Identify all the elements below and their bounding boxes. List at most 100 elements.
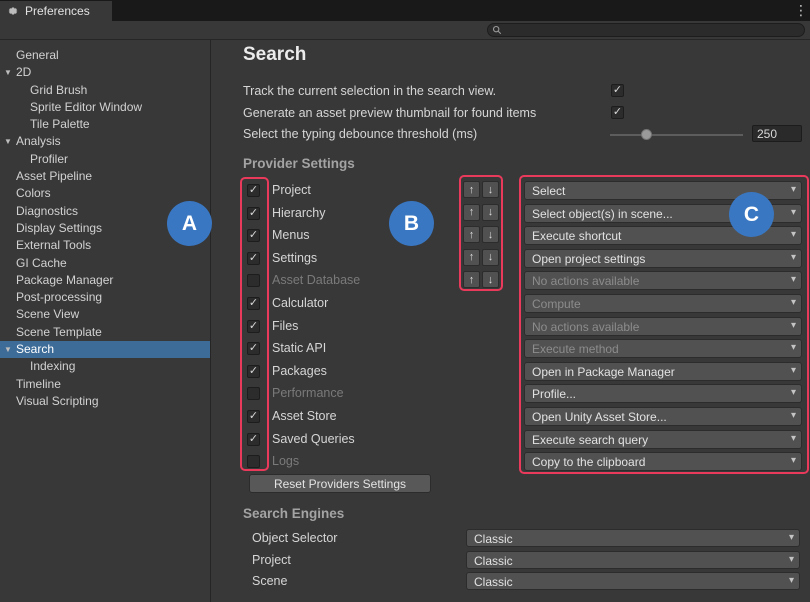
move-up-button[interactable]: ↑ xyxy=(463,271,480,288)
dropdown-value: Classic xyxy=(474,554,513,568)
default-action-dropdown[interactable]: Execute shortcut ▾ xyxy=(524,226,802,245)
provider-label: Logs xyxy=(272,454,299,468)
default-action-dropdown[interactable]: No actions available ▾ xyxy=(524,317,802,336)
option-row: Generate an asset preview thumbnail for … xyxy=(0,106,810,126)
option-label: Generate an asset preview thumbnail for … xyxy=(243,106,536,120)
provider-checkbox[interactable]: ✓ xyxy=(247,252,260,265)
search-input[interactable] xyxy=(487,23,805,37)
provider-row: ✓ Static API Execute method ▾ xyxy=(0,338,810,361)
titlebar: Preferences ⋮ xyxy=(0,0,810,21)
search-engine-row: Project Classic ▾ xyxy=(0,551,810,571)
provider-row: ✓ Files No actions available ▾ xyxy=(0,316,810,339)
move-down-button[interactable]: ↓ xyxy=(482,181,499,198)
reorder-buttons: ↑ ↓ xyxy=(463,226,499,243)
provider-checkbox[interactable]: ✓ xyxy=(247,184,260,197)
provider-checkbox[interactable]: ✓ xyxy=(247,342,260,355)
dropdown-value: Open Unity Asset Store... xyxy=(532,410,667,424)
provider-checkbox[interactable]: ✓ xyxy=(247,410,260,423)
move-up-button[interactable]: ↑ xyxy=(463,249,480,266)
sidebar-item-label: Analysis xyxy=(16,134,61,148)
provider-settings-header: Provider Settings xyxy=(243,156,355,171)
move-down-button[interactable]: ↓ xyxy=(482,271,499,288)
chevron-down-icon: ▾ xyxy=(791,229,796,240)
default-action-dropdown[interactable]: Select ▾ xyxy=(524,181,802,200)
default-action-dropdown[interactable]: Execute method ▾ xyxy=(524,339,802,358)
kebab-menu-icon[interactable]: ⋮ xyxy=(794,2,806,19)
provider-checkbox[interactable]: ✓ xyxy=(247,320,260,333)
provider-label: Performance xyxy=(272,386,344,400)
provider-checkbox[interactable]: ✓ xyxy=(247,387,260,400)
preferences-gear-icon xyxy=(7,5,19,17)
provider-checkbox[interactable]: ✓ xyxy=(247,365,260,378)
engine-dropdown[interactable]: Classic ▾ xyxy=(466,572,800,590)
chevron-down-icon: ▾ xyxy=(791,274,796,285)
option-checkbox[interactable]: ✓ xyxy=(611,84,624,97)
check-icon: ✓ xyxy=(612,85,623,96)
check-icon: ✓ xyxy=(248,343,259,354)
default-action-dropdown[interactable]: Compute ▾ xyxy=(524,294,802,313)
sidebar-item[interactable]: ▼ Profiler xyxy=(0,151,210,168)
provider-checkbox[interactable]: ✓ xyxy=(247,433,260,446)
sidebar-item[interactable]: ▼ 2D xyxy=(0,64,210,81)
reorder-buttons: ↑ ↓ xyxy=(463,204,499,221)
chevron-down-icon: ▾ xyxy=(791,365,796,376)
sidebar-item[interactable]: ▼ General xyxy=(0,47,210,64)
default-action-dropdown[interactable]: Open project settings ▾ xyxy=(524,249,802,268)
provider-checkbox[interactable]: ✓ xyxy=(247,207,260,220)
dropdown-value: No actions available xyxy=(532,320,639,334)
move-down-button[interactable]: ↓ xyxy=(482,249,499,266)
sidebar-item[interactable]: ▼ Analysis xyxy=(0,133,210,150)
dropdown-value: No actions available xyxy=(532,274,639,288)
provider-checkbox[interactable]: ✓ xyxy=(247,229,260,242)
default-action-dropdown[interactable]: Copy to the clipboard ▾ xyxy=(524,452,802,471)
chevron-down-icon: ▾ xyxy=(791,342,796,353)
provider-checkbox[interactable]: ✓ xyxy=(247,297,260,310)
provider-row: ✓ Calculator Compute ▾ xyxy=(0,293,810,316)
move-up-button[interactable]: ↑ xyxy=(463,226,480,243)
check-icon: ✓ xyxy=(248,208,259,219)
debounce-slider-track[interactable] xyxy=(610,134,743,136)
foldout-icon[interactable]: ▼ xyxy=(4,64,12,81)
foldout-icon[interactable]: ▼ xyxy=(4,133,12,150)
provider-label: Settings xyxy=(272,251,317,265)
move-down-button[interactable]: ↓ xyxy=(482,204,499,221)
provider-checkbox[interactable]: ✓ xyxy=(247,274,260,287)
engine-dropdown[interactable]: Classic ▾ xyxy=(466,529,800,547)
preferences-tab[interactable]: Preferences xyxy=(0,1,112,21)
chevron-down-icon: ▾ xyxy=(789,575,794,586)
provider-label: Project xyxy=(272,183,311,197)
move-down-button[interactable]: ↓ xyxy=(482,226,499,243)
provider-row: ✓ Packages Open in Package Manager ▾ xyxy=(0,361,810,384)
default-action-dropdown[interactable]: Open Unity Asset Store... ▾ xyxy=(524,407,802,426)
debounce-value-field[interactable] xyxy=(752,125,802,142)
default-action-dropdown[interactable]: Open in Package Manager ▾ xyxy=(524,362,802,381)
chevron-down-icon: ▾ xyxy=(791,410,796,421)
provider-label: Menus xyxy=(272,228,310,242)
move-up-button[interactable]: ↑ xyxy=(463,181,480,198)
provider-label: Saved Queries xyxy=(272,432,355,446)
reorder-buttons: ↑ ↓ xyxy=(463,181,499,198)
default-action-dropdown[interactable]: Select object(s) in scene... ▾ xyxy=(524,204,802,223)
option-checkbox[interactable]: ✓ xyxy=(611,106,624,119)
default-action-dropdown[interactable]: No actions available ▾ xyxy=(524,271,802,290)
chevron-down-icon: ▾ xyxy=(791,387,796,398)
provider-row: ✓ Performance Profile... ▾ xyxy=(0,383,810,406)
sidebar-item-label: 2D xyxy=(16,65,31,79)
option-label: Track the current selection in the searc… xyxy=(243,84,496,98)
provider-label: Files xyxy=(272,319,298,333)
check-icon: ✓ xyxy=(248,411,259,422)
provider-label: Calculator xyxy=(272,296,328,310)
chevron-down-icon: ▾ xyxy=(791,252,796,263)
default-action-dropdown[interactable]: Execute search query ▾ xyxy=(524,430,802,449)
reorder-buttons: ↑ ↓ xyxy=(463,249,499,266)
engine-dropdown[interactable]: Classic ▾ xyxy=(466,551,800,569)
dropdown-value: Classic xyxy=(474,532,513,546)
move-up-button[interactable]: ↑ xyxy=(463,204,480,221)
default-action-dropdown[interactable]: Profile... ▾ xyxy=(524,384,802,403)
debounce-slider-handle[interactable] xyxy=(641,129,652,140)
provider-checkbox[interactable]: ✓ xyxy=(247,455,260,468)
reset-providers-button[interactable]: Reset Providers Settings xyxy=(249,474,431,493)
check-icon: ✓ xyxy=(248,321,259,332)
provider-row: ✓ Asset Store Open Unity Asset Store... … xyxy=(0,406,810,429)
provider-row: ✓ Settings ↑ ↓ Open project settings ▾ xyxy=(0,248,810,271)
